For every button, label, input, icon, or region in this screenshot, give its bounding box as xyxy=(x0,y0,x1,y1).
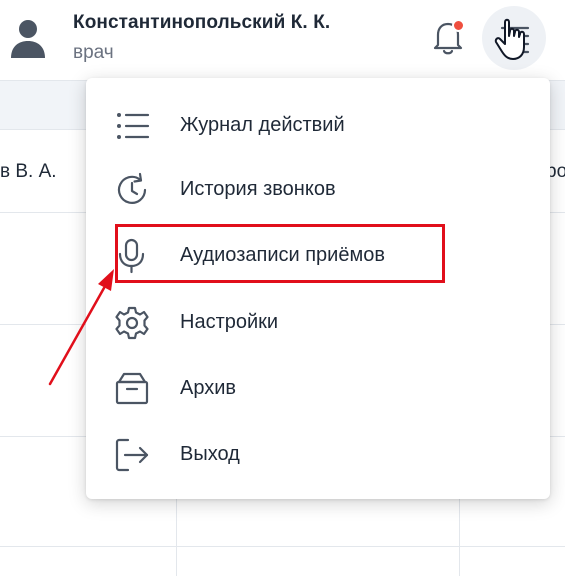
table-divider xyxy=(0,546,565,547)
archive-box-icon xyxy=(115,372,149,405)
menu-item-label: Настройки xyxy=(180,311,279,333)
history-icon xyxy=(117,172,147,204)
menu-item-call-history[interactable]: История звонков xyxy=(86,162,550,218)
highlight-annotation-box xyxy=(115,224,445,283)
menu-item-action-log[interactable]: Журнал действий xyxy=(86,98,550,154)
table-cell-patient: в В. А. xyxy=(0,161,57,182)
user-role: врач xyxy=(73,42,114,63)
user-name: Константинопольский К. К. xyxy=(73,12,331,33)
menu-item-label: Журнал действий xyxy=(180,114,345,136)
hand-cursor-icon xyxy=(494,18,525,60)
gear-icon xyxy=(115,306,149,340)
menu-item-label: История звонков xyxy=(180,178,336,200)
menu-item-logout[interactable]: Выход xyxy=(86,427,550,483)
menu-button[interactable] xyxy=(482,6,546,70)
list-icon xyxy=(117,113,150,139)
menu-item-label: Архив xyxy=(180,377,237,399)
user-dropdown-menu: Журнал действий История звонков Аудиозап… xyxy=(86,78,550,499)
app-header: Константинопольский К. К. врач xyxy=(0,0,565,80)
menu-item-settings[interactable]: Настройки xyxy=(86,295,550,351)
menu-item-label: Выход xyxy=(180,443,240,465)
logout-icon xyxy=(115,438,149,472)
menu-item-archive[interactable]: Архив xyxy=(86,361,550,417)
user-avatar-icon[interactable] xyxy=(8,16,48,60)
notification-badge xyxy=(452,19,465,32)
